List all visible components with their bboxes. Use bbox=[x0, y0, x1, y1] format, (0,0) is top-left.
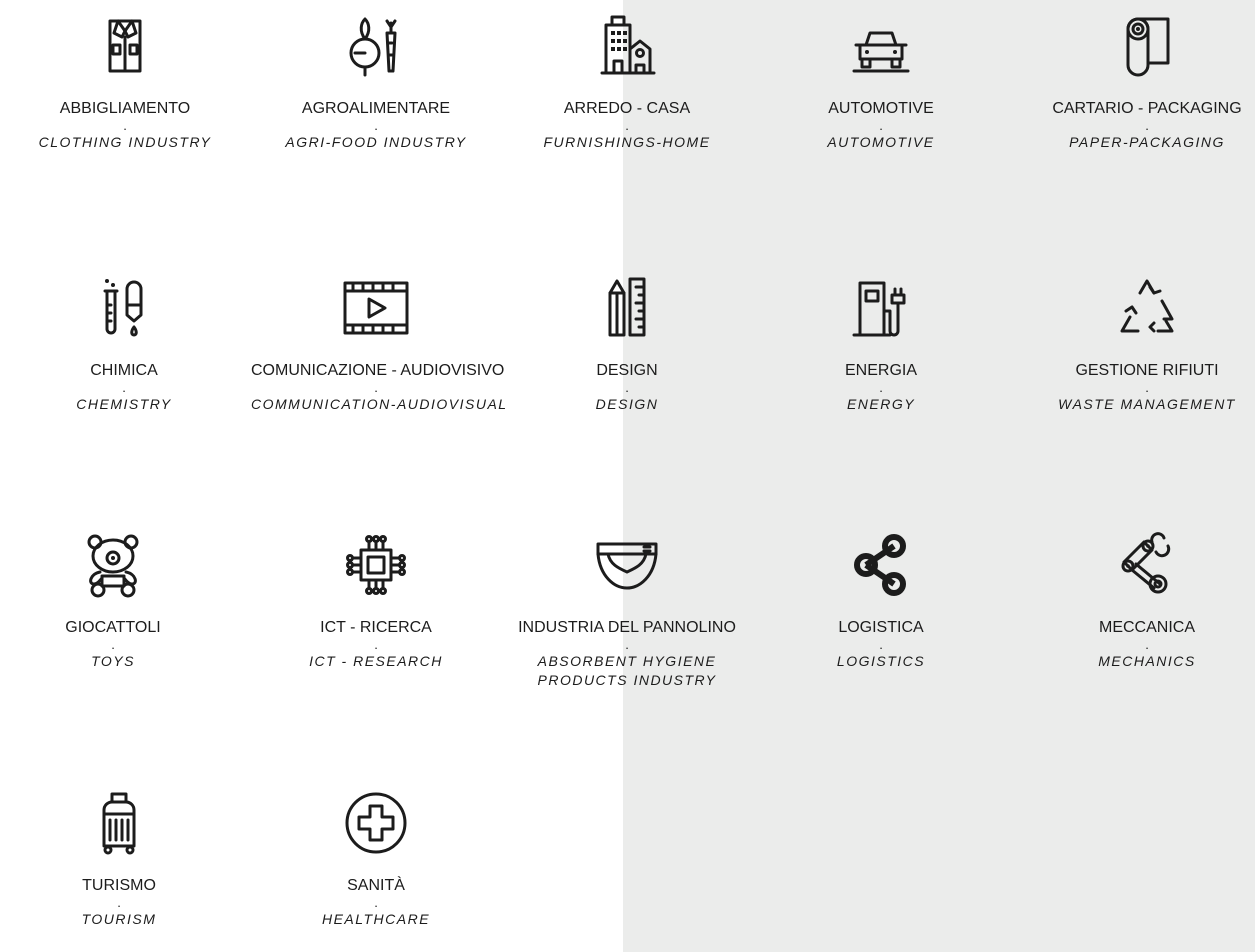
teddy-bear-icon bbox=[80, 532, 146, 598]
separator-dot: . bbox=[625, 118, 629, 133]
separator-dot: . bbox=[879, 637, 883, 652]
sector-label-en: DESIGN bbox=[595, 396, 659, 412]
separator-dot: . bbox=[374, 118, 378, 133]
vegetables-icon bbox=[343, 13, 409, 79]
sector-automotive[interactable]: AUTOMOTIVE . AUTOMOTIVE bbox=[756, 13, 1006, 152]
sector-label-it: MECCANICA bbox=[1098, 619, 1195, 636]
medical-cross-icon bbox=[343, 790, 409, 856]
sector-comunicazione-audiovisivo[interactable]: COMUNICAZIONE - AUDIOVISIVO . COMMUNICAT… bbox=[251, 275, 508, 414]
sector-label-it: GIOCATTOLI bbox=[65, 619, 161, 636]
sector-ict-ricerca[interactable]: ICT - RICERCA . ICT - RESEARCH bbox=[251, 532, 501, 671]
share-network-icon bbox=[848, 532, 914, 598]
sector-label-en: MECHANICS bbox=[1098, 653, 1196, 669]
sector-arredo-casa[interactable]: ARREDO - CASA . FURNISHINGS-HOME bbox=[502, 13, 752, 152]
sector-label-it: ENERGIA bbox=[844, 362, 917, 379]
sector-label-it: COMUNICAZIONE - AUDIOVISIVO bbox=[251, 362, 505, 379]
robot-arm-icon bbox=[1114, 532, 1180, 598]
sectors-grid: ABBIGLIAMENTO . CLOTHING INDUSTRY AGROAL… bbox=[0, 0, 1255, 952]
sector-label-it: ABBIGLIAMENTO bbox=[59, 100, 191, 117]
sector-label-en: CLOTHING INDUSTRY bbox=[38, 134, 212, 150]
sector-abbigliamento[interactable]: ABBIGLIAMENTO . CLOTHING INDUSTRY bbox=[0, 13, 250, 152]
separator-dot: . bbox=[1145, 118, 1149, 133]
sector-meccanica[interactable]: MECCANICA . MECHANICS bbox=[1022, 532, 1255, 671]
sector-label-it: TURISMO bbox=[82, 877, 156, 894]
sector-label-en: TOURISM bbox=[81, 911, 157, 927]
sector-gestione-rifiuti[interactable]: GESTIONE RIFIUTI . WASTE MANAGEMENT bbox=[1022, 275, 1255, 414]
sector-label-en: WASTE MANAGEMENT bbox=[1058, 396, 1236, 412]
sector-label-it: ARREDO - CASA bbox=[563, 100, 691, 117]
separator-dot: . bbox=[879, 118, 883, 133]
separator-dot: . bbox=[625, 637, 629, 652]
separator-dot: . bbox=[123, 118, 127, 133]
separator-dot: . bbox=[111, 637, 115, 652]
sector-agroalimentare[interactable]: AGROALIMENTARE . AGRI-FOOD INDUSTRY bbox=[251, 13, 501, 152]
sector-label-it: CARTARIO - PACKAGING bbox=[1052, 100, 1242, 117]
separator-dot: . bbox=[117, 895, 121, 910]
film-strip-icon bbox=[343, 275, 409, 341]
sector-label-en: COMMUNICATION-AUDIOVISUAL bbox=[251, 396, 508, 412]
sector-label-en: ICT - RESEARCH bbox=[309, 653, 443, 669]
pencil-ruler-icon bbox=[594, 275, 660, 341]
test-tubes-icon bbox=[91, 275, 157, 341]
sector-label-en: LOGISTICS bbox=[836, 653, 926, 669]
sector-label-en: TOYS bbox=[91, 653, 135, 669]
separator-dot: . bbox=[374, 637, 378, 652]
recycle-icon bbox=[1114, 275, 1180, 341]
sector-industria-del-pannolino[interactable]: INDUSTRIA DEL PANNOLINO . ABSORBENT HYGI… bbox=[502, 532, 752, 690]
separator-dot: . bbox=[122, 380, 126, 395]
sector-turismo[interactable]: TURISMO . TOURISM bbox=[0, 790, 244, 929]
sector-giocattoli[interactable]: GIOCATTOLI . TOYS bbox=[0, 532, 238, 671]
sector-label-it: DESIGN bbox=[596, 362, 658, 379]
separator-dot: . bbox=[879, 380, 883, 395]
separator-dot: . bbox=[374, 895, 378, 910]
sector-label-en: AUTOMOTIVE bbox=[827, 134, 935, 150]
sector-label-en: FURNISHINGS-HOME bbox=[543, 134, 711, 150]
sector-logistica[interactable]: LOGISTICA . LOGISTICS bbox=[756, 532, 1006, 671]
sector-energia[interactable]: ENERGIA . ENERGY bbox=[756, 275, 1006, 414]
sector-label-it: INDUSTRIA DEL PANNOLINO bbox=[518, 619, 736, 636]
sector-label-it: ICT - RICERCA bbox=[320, 619, 432, 636]
sector-label-it: AUTOMOTIVE bbox=[828, 100, 934, 117]
diaper-icon bbox=[594, 532, 660, 598]
suitcase-icon bbox=[86, 790, 152, 856]
separator-dot: . bbox=[1145, 637, 1149, 652]
sector-design[interactable]: DESIGN . DESIGN bbox=[502, 275, 752, 414]
sector-label-en: CHEMISTRY bbox=[76, 396, 172, 412]
sector-chimica[interactable]: CHIMICA . CHEMISTRY bbox=[0, 275, 249, 414]
sector-label-en: AGRI-FOOD INDUSTRY bbox=[285, 134, 467, 150]
sector-label-it: SANITÀ bbox=[347, 877, 405, 894]
sector-label-it: LOGISTICA bbox=[838, 619, 924, 636]
separator-dot: . bbox=[374, 380, 378, 395]
separator-dot: . bbox=[625, 380, 629, 395]
sector-label-it: GESTIONE RIFIUTI bbox=[1075, 362, 1219, 379]
sector-label-en: PAPER-PACKAGING bbox=[1069, 134, 1225, 150]
sector-label-en: HEALTHCARE bbox=[321, 911, 431, 927]
buildings-icon bbox=[594, 13, 660, 79]
charging-station-icon bbox=[848, 275, 914, 341]
sector-label-en: ABSORBENT HYGIENE PRODUCTS INDUSTRY bbox=[537, 653, 717, 688]
paper-roll-icon bbox=[1114, 13, 1180, 79]
separator-dot: . bbox=[1145, 380, 1149, 395]
sector-sanita[interactable]: SANITÀ . HEALTHCARE bbox=[251, 790, 501, 929]
microchip-icon bbox=[343, 532, 409, 598]
sector-label-it: CHIMICA bbox=[90, 362, 158, 379]
car-icon bbox=[848, 13, 914, 79]
sector-cartario-packaging[interactable]: CARTARIO - PACKAGING . PAPER-PACKAGING bbox=[1022, 13, 1255, 152]
sector-label-it: AGROALIMENTARE bbox=[301, 100, 451, 117]
shirt-icon bbox=[92, 13, 158, 79]
sector-label-en: ENERGY bbox=[846, 396, 916, 412]
